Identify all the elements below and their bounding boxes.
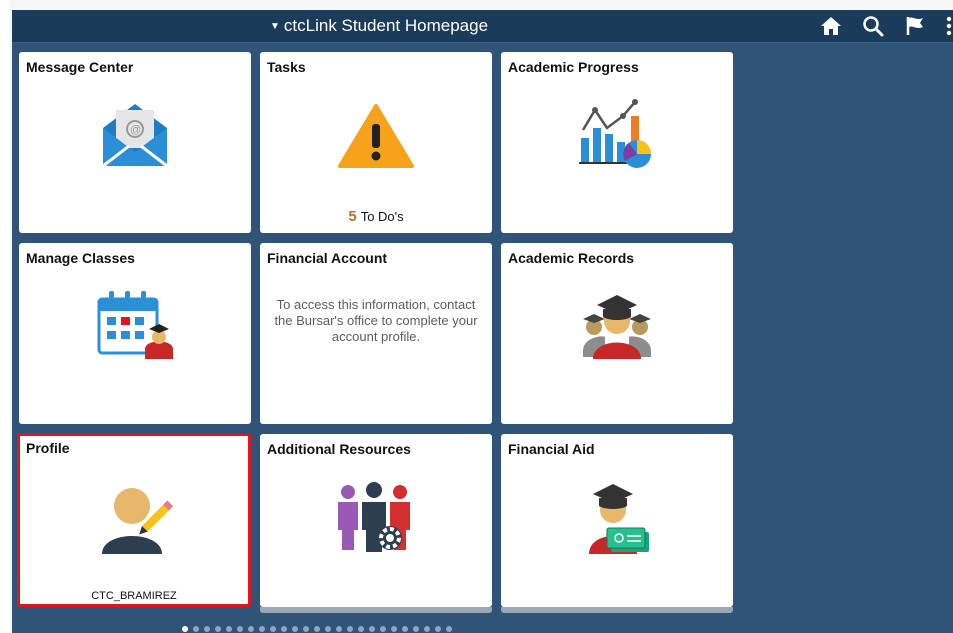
page-dot[interactable] (237, 626, 243, 632)
home-icon[interactable] (819, 14, 843, 38)
profile-username: CTC_BRAMIREZ (91, 590, 177, 602)
page-dot[interactable] (281, 626, 287, 632)
page-dot[interactable] (424, 626, 430, 632)
todo-summary: 5 To Do's (260, 208, 492, 225)
page-dot[interactable] (226, 626, 232, 632)
todo-label: To Do's (360, 209, 404, 224)
page-dot[interactable] (380, 626, 386, 632)
tile-message-center[interactable]: Message Center @ (19, 52, 251, 233)
page-dot[interactable] (182, 626, 188, 632)
tile-title: Financial Aid (508, 441, 595, 457)
header-actions (819, 14, 953, 38)
svg-text:@: @ (130, 124, 141, 136)
pagination-dots[interactable] (182, 626, 452, 632)
calendar-student-icon (97, 287, 177, 368)
page-dot[interactable] (270, 626, 276, 632)
page-dot[interactable] (369, 626, 375, 632)
tile-financial-aid[interactable]: Financial Aid (501, 434, 733, 607)
graduate-money-icon (583, 482, 653, 563)
tile-tasks[interactable]: Tasks 5 To Do's (260, 52, 492, 233)
search-icon[interactable] (861, 14, 885, 38)
top-bar: ▼ ctcLink Student Homepage (12, 10, 953, 43)
warning-icon (338, 104, 414, 175)
tile-academic-progress[interactable]: Academic Progress (501, 52, 733, 233)
page-dot[interactable] (193, 626, 199, 632)
kebab-menu-icon[interactable] (945, 14, 953, 38)
page-dot[interactable] (446, 626, 452, 632)
envelope-icon: @ (101, 100, 169, 175)
chart-icon (579, 98, 655, 175)
todo-count: 5 (348, 208, 357, 225)
flag-icon[interactable] (903, 14, 927, 38)
tile-title: Tasks (267, 59, 306, 75)
tile-financial-account[interactable]: Financial Account To access this informa… (260, 243, 492, 424)
tile-message: To access this information, contact the … (274, 297, 478, 344)
tile-title: Message Center (26, 59, 134, 75)
caret-down-icon: ▼ (270, 20, 280, 32)
page-dot[interactable] (347, 626, 353, 632)
user-edit-icon (96, 482, 176, 563)
tile-title: Academic Progress (508, 59, 639, 75)
tile-title: Profile (26, 440, 70, 456)
page-dot[interactable] (248, 626, 254, 632)
page-dot[interactable] (391, 626, 397, 632)
page-dot[interactable] (358, 626, 364, 632)
tile-title: Financial Account (267, 250, 388, 266)
graduates-icon (579, 287, 655, 368)
tile-profile[interactable]: Profile CTC_BRAMIREZ (17, 433, 251, 607)
page-title: ctcLink Student Homepage (283, 16, 489, 35)
page-dot[interactable] (204, 626, 210, 632)
tile-title: Manage Classes (26, 250, 135, 266)
people-gear-icon (334, 482, 418, 559)
page-dot[interactable] (259, 626, 265, 632)
tile-academic-records[interactable]: Academic Records (501, 243, 733, 424)
page-dot[interactable] (402, 626, 408, 632)
page-dot[interactable] (303, 626, 309, 632)
tile-manage-classes[interactable]: Manage Classes (19, 243, 251, 424)
page-dot[interactable] (435, 626, 441, 632)
tile-additional-resources[interactable]: Additional Resources (260, 434, 492, 607)
tile-shadow (501, 607, 733, 613)
page-dot[interactable] (215, 626, 221, 632)
homepage-selector[interactable]: ▼ ctcLink Student Homepage (270, 16, 488, 36)
page-dot[interactable] (292, 626, 298, 632)
app-area: ▼ ctcLink Student Homepage Message Cente… (12, 10, 953, 633)
page-dot[interactable] (413, 626, 419, 632)
page-dot[interactable] (325, 626, 331, 632)
tile-title: Additional Resources (267, 441, 411, 457)
page-dot[interactable] (314, 626, 320, 632)
page-dot[interactable] (336, 626, 342, 632)
tile-shadow (260, 607, 492, 613)
tile-title: Academic Records (508, 250, 635, 266)
